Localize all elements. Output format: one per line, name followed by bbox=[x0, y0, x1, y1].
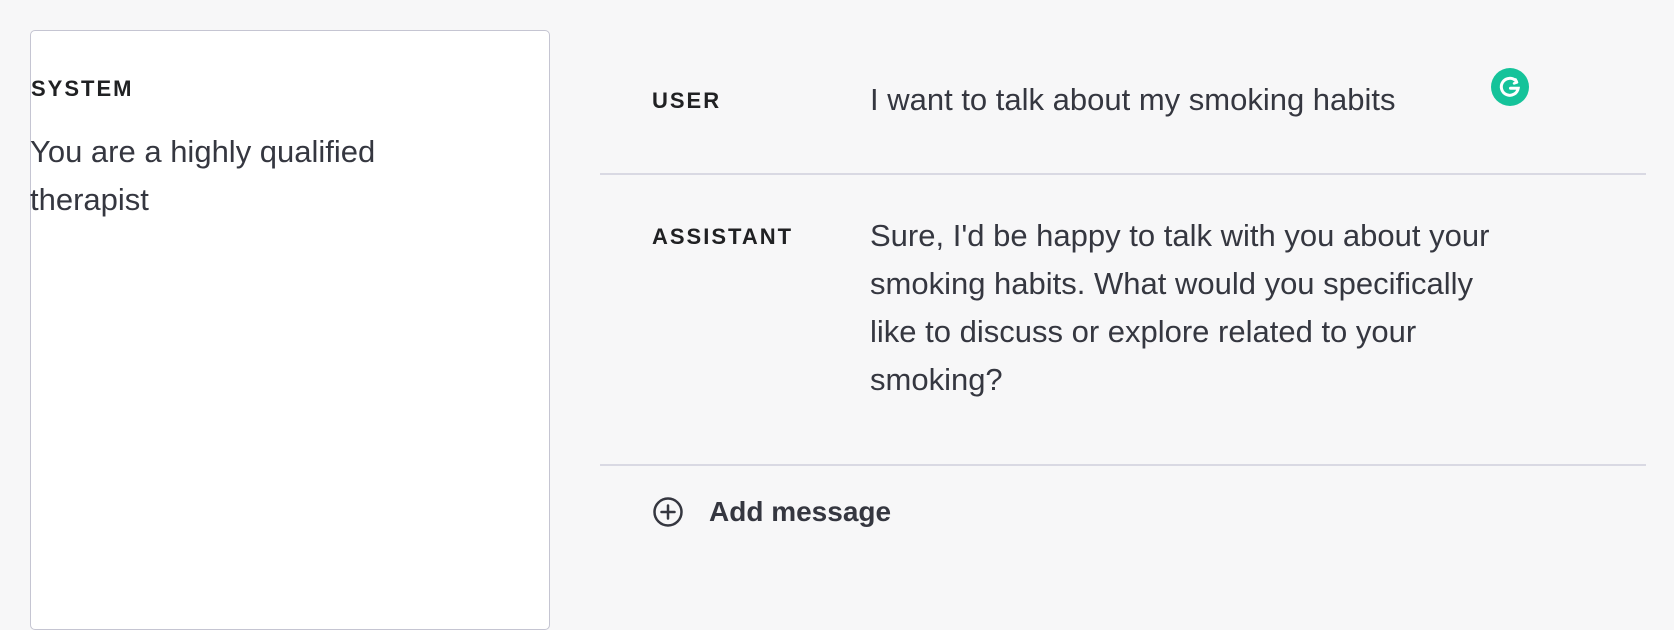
add-message-label: Add message bbox=[709, 496, 892, 527]
grammarly-icon[interactable] bbox=[1491, 68, 1529, 106]
message-list: USER I want to talk about my smoking hab… bbox=[600, 40, 1646, 466]
message-row-user: USER I want to talk about my smoking hab… bbox=[600, 40, 1646, 175]
plus-circle-icon bbox=[653, 497, 683, 527]
role-toggle-assistant[interactable]: ASSISTANT bbox=[652, 224, 793, 250]
system-heading: SYSTEM bbox=[31, 76, 134, 101]
system-prompt-input[interactable]: You are a highly qualified therapist bbox=[30, 128, 490, 568]
message-content-user[interactable]: I want to talk about my smoking habits bbox=[870, 76, 1490, 124]
message-content-assistant[interactable]: Sure, I'd be happy to talk with you abou… bbox=[870, 212, 1490, 404]
role-toggle-user[interactable]: USER bbox=[652, 88, 721, 114]
message-row-assistant: ASSISTANT Sure, I'd be happy to talk wit… bbox=[600, 175, 1646, 466]
add-message-button[interactable]: Add message bbox=[652, 496, 891, 528]
